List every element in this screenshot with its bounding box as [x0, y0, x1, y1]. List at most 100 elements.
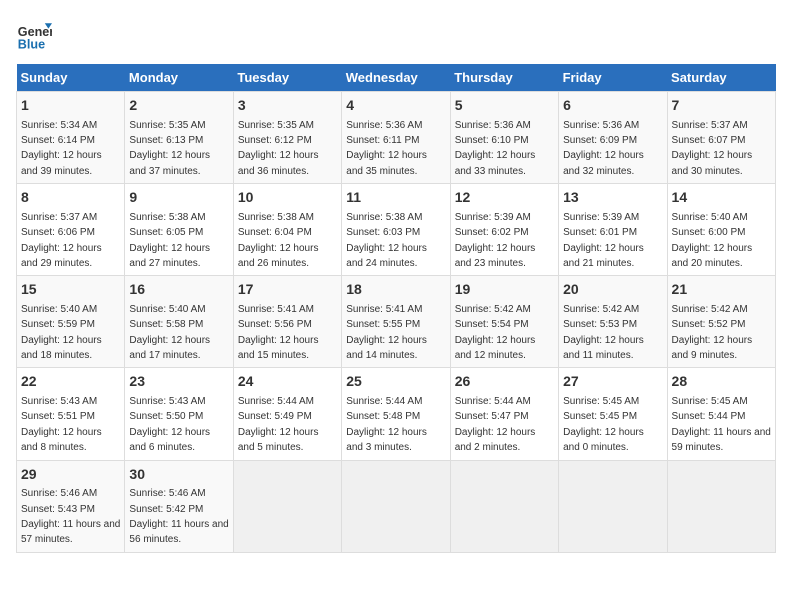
day-daylight: Daylight: 12 hours and 21 minutes.: [563, 243, 644, 269]
day-sunset: Sunset: 6:04 PM: [238, 227, 312, 238]
day-sunset: Sunset: 5:44 PM: [672, 411, 746, 422]
day-sunrise: Sunrise: 5:41 AM: [238, 304, 314, 315]
day-number: 11: [346, 188, 445, 208]
calendar-table: SundayMondayTuesdayWednesdayThursdayFrid…: [16, 64, 776, 553]
calendar-week-row: 8 Sunrise: 5:37 AM Sunset: 6:06 PM Dayli…: [17, 184, 776, 276]
day-number: 5: [455, 96, 554, 116]
day-number: 13: [563, 188, 662, 208]
day-number: 21: [672, 280, 771, 300]
day-daylight: Daylight: 12 hours and 2 minutes.: [455, 427, 536, 453]
day-sunset: Sunset: 5:53 PM: [563, 319, 637, 330]
calendar-cell: [342, 460, 450, 552]
day-number: 7: [672, 96, 771, 116]
day-daylight: Daylight: 12 hours and 20 minutes.: [672, 243, 753, 269]
day-sunset: Sunset: 6:11 PM: [346, 135, 419, 146]
day-sunrise: Sunrise: 5:45 AM: [672, 396, 748, 407]
day-number: 20: [563, 280, 662, 300]
day-sunrise: Sunrise: 5:42 AM: [672, 304, 748, 315]
day-daylight: Daylight: 12 hours and 24 minutes.: [346, 243, 427, 269]
header-tuesday: Tuesday: [233, 64, 341, 92]
day-sunrise: Sunrise: 5:42 AM: [563, 304, 639, 315]
day-number: 12: [455, 188, 554, 208]
day-number: 2: [129, 96, 228, 116]
calendar-cell: 13 Sunrise: 5:39 AM Sunset: 6:01 PM Dayl…: [559, 184, 667, 276]
day-daylight: Daylight: 12 hours and 30 minutes.: [672, 150, 753, 176]
calendar-cell: [667, 460, 775, 552]
header-sunday: Sunday: [17, 64, 125, 92]
day-number: 10: [238, 188, 337, 208]
day-number: 29: [21, 465, 120, 485]
day-daylight: Daylight: 11 hours and 57 minutes.: [21, 519, 120, 545]
day-sunset: Sunset: 6:07 PM: [672, 135, 746, 146]
calendar-cell: 8 Sunrise: 5:37 AM Sunset: 6:06 PM Dayli…: [17, 184, 125, 276]
calendar-cell: 19 Sunrise: 5:42 AM Sunset: 5:54 PM Dayl…: [450, 276, 558, 368]
day-daylight: Daylight: 12 hours and 15 minutes.: [238, 335, 319, 361]
day-sunrise: Sunrise: 5:42 AM: [455, 304, 531, 315]
svg-text:Blue: Blue: [18, 37, 45, 51]
calendar-cell: [559, 460, 667, 552]
day-number: 9: [129, 188, 228, 208]
day-number: 26: [455, 372, 554, 392]
day-sunrise: Sunrise: 5:36 AM: [563, 120, 639, 131]
calendar-cell: 26 Sunrise: 5:44 AM Sunset: 5:47 PM Dayl…: [450, 368, 558, 460]
calendar-cell: 7 Sunrise: 5:37 AM Sunset: 6:07 PM Dayli…: [667, 92, 775, 184]
day-daylight: Daylight: 12 hours and 9 minutes.: [672, 335, 753, 361]
day-daylight: Daylight: 12 hours and 0 minutes.: [563, 427, 644, 453]
calendar-week-row: 29 Sunrise: 5:46 AM Sunset: 5:43 PM Dayl…: [17, 460, 776, 552]
day-daylight: Daylight: 12 hours and 23 minutes.: [455, 243, 536, 269]
day-sunset: Sunset: 5:55 PM: [346, 319, 420, 330]
calendar-cell: 20 Sunrise: 5:42 AM Sunset: 5:53 PM Dayl…: [559, 276, 667, 368]
day-number: 23: [129, 372, 228, 392]
header-monday: Monday: [125, 64, 233, 92]
day-number: 15: [21, 280, 120, 300]
day-sunset: Sunset: 5:48 PM: [346, 411, 420, 422]
day-sunrise: Sunrise: 5:34 AM: [21, 120, 97, 131]
day-sunrise: Sunrise: 5:37 AM: [21, 212, 97, 223]
calendar-cell: 11 Sunrise: 5:38 AM Sunset: 6:03 PM Dayl…: [342, 184, 450, 276]
day-sunset: Sunset: 5:49 PM: [238, 411, 312, 422]
day-daylight: Daylight: 12 hours and 17 minutes.: [129, 335, 210, 361]
day-daylight: Daylight: 12 hours and 18 minutes.: [21, 335, 102, 361]
day-sunrise: Sunrise: 5:40 AM: [21, 304, 97, 315]
day-daylight: Daylight: 12 hours and 36 minutes.: [238, 150, 319, 176]
calendar-cell: 14 Sunrise: 5:40 AM Sunset: 6:00 PM Dayl…: [667, 184, 775, 276]
calendar-cell: 4 Sunrise: 5:36 AM Sunset: 6:11 PM Dayli…: [342, 92, 450, 184]
day-sunset: Sunset: 6:14 PM: [21, 135, 95, 146]
calendar-cell: 15 Sunrise: 5:40 AM Sunset: 5:59 PM Dayl…: [17, 276, 125, 368]
calendar-cell: 24 Sunrise: 5:44 AM Sunset: 5:49 PM Dayl…: [233, 368, 341, 460]
calendar-cell: 12 Sunrise: 5:39 AM Sunset: 6:02 PM Dayl…: [450, 184, 558, 276]
day-sunset: Sunset: 6:10 PM: [455, 135, 529, 146]
calendar-cell: 3 Sunrise: 5:35 AM Sunset: 6:12 PM Dayli…: [233, 92, 341, 184]
day-sunset: Sunset: 6:01 PM: [563, 227, 637, 238]
header-friday: Friday: [559, 64, 667, 92]
day-sunrise: Sunrise: 5:36 AM: [455, 120, 531, 131]
day-sunset: Sunset: 5:58 PM: [129, 319, 203, 330]
header-wednesday: Wednesday: [342, 64, 450, 92]
day-sunrise: Sunrise: 5:43 AM: [21, 396, 97, 407]
calendar-cell: 30 Sunrise: 5:46 AM Sunset: 5:42 PM Dayl…: [125, 460, 233, 552]
day-daylight: Daylight: 12 hours and 11 minutes.: [563, 335, 644, 361]
calendar-cell: 23 Sunrise: 5:43 AM Sunset: 5:50 PM Dayl…: [125, 368, 233, 460]
logo-icon: General Blue: [16, 16, 52, 52]
day-daylight: Daylight: 12 hours and 12 minutes.: [455, 335, 536, 361]
day-number: 19: [455, 280, 554, 300]
day-sunrise: Sunrise: 5:38 AM: [129, 212, 205, 223]
calendar-cell: 29 Sunrise: 5:46 AM Sunset: 5:43 PM Dayl…: [17, 460, 125, 552]
calendar-cell: 28 Sunrise: 5:45 AM Sunset: 5:44 PM Dayl…: [667, 368, 775, 460]
day-sunrise: Sunrise: 5:35 AM: [129, 120, 205, 131]
day-sunrise: Sunrise: 5:43 AM: [129, 396, 205, 407]
day-daylight: Daylight: 12 hours and 8 minutes.: [21, 427, 102, 453]
day-daylight: Daylight: 11 hours and 56 minutes.: [129, 519, 228, 545]
day-sunrise: Sunrise: 5:44 AM: [455, 396, 531, 407]
day-daylight: Daylight: 12 hours and 26 minutes.: [238, 243, 319, 269]
day-daylight: Daylight: 12 hours and 5 minutes.: [238, 427, 319, 453]
calendar-cell: 25 Sunrise: 5:44 AM Sunset: 5:48 PM Dayl…: [342, 368, 450, 460]
calendar-cell: 1 Sunrise: 5:34 AM Sunset: 6:14 PM Dayli…: [17, 92, 125, 184]
calendar-cell: [450, 460, 558, 552]
logo: General Blue: [16, 16, 52, 52]
day-sunset: Sunset: 6:00 PM: [672, 227, 746, 238]
day-number: 18: [346, 280, 445, 300]
day-sunrise: Sunrise: 5:39 AM: [563, 212, 639, 223]
day-sunrise: Sunrise: 5:46 AM: [21, 488, 97, 499]
day-sunset: Sunset: 5:45 PM: [563, 411, 637, 422]
